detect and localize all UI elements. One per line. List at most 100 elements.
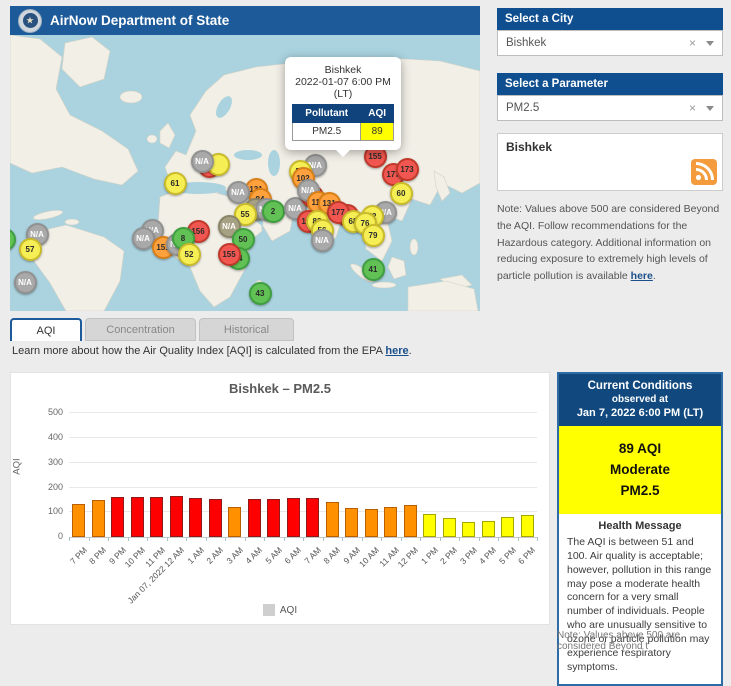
parameter-chevron-down-icon bbox=[706, 106, 714, 111]
aqi-bar[interactable] bbox=[345, 508, 358, 537]
map-marker[interactable]: 79 bbox=[362, 224, 385, 247]
aqi-bar[interactable] bbox=[482, 521, 495, 537]
aqi-bar[interactable] bbox=[365, 509, 378, 537]
aqi-bar[interactable] bbox=[306, 498, 319, 537]
x-tick-mark bbox=[108, 537, 109, 541]
map-marker[interactable]: N/A bbox=[14, 271, 37, 294]
popup-lt: (LT) bbox=[292, 88, 394, 100]
parameter-clear-icon[interactable]: × bbox=[689, 101, 696, 115]
map-marker[interactable]: 43 bbox=[249, 282, 272, 305]
map-marker[interactable]: 2 bbox=[10, 228, 16, 251]
tab-aqi[interactable]: AQI bbox=[10, 318, 82, 341]
y-tick-label: 500 bbox=[35, 407, 63, 417]
map-marker[interactable]: 60 bbox=[390, 182, 413, 205]
note-suffix: . bbox=[653, 270, 656, 282]
app-header: ★ AirNow Department of State bbox=[10, 6, 480, 35]
tab-concentration[interactable]: Concentration bbox=[85, 318, 196, 341]
x-tick-label: 1 PM bbox=[419, 545, 440, 566]
city-select[interactable]: Bishkek × bbox=[497, 30, 723, 56]
x-tick-label: 1 AM bbox=[185, 545, 206, 566]
aqi-bar[interactable] bbox=[248, 499, 261, 537]
beyond-aqi-note: Note: Values above 500 are considered Be… bbox=[497, 201, 723, 285]
current-conditions-header: Current Conditions observed at Jan 7, 20… bbox=[559, 374, 721, 426]
aqi-bar[interactable] bbox=[287, 498, 300, 537]
view-tabs: AQI Concentration Historical bbox=[10, 318, 294, 341]
aqi-bar[interactable] bbox=[111, 497, 124, 537]
map-marker[interactable]: 2 bbox=[262, 200, 285, 223]
legend-swatch bbox=[263, 604, 275, 616]
aqi-bar[interactable] bbox=[92, 500, 105, 537]
aqi-bar[interactable] bbox=[404, 505, 417, 537]
map-marker[interactable]: 61 bbox=[164, 172, 187, 195]
aqi-bar[interactable] bbox=[150, 497, 163, 537]
x-tick-mark bbox=[498, 537, 499, 541]
x-tick-label: 6 PM bbox=[516, 545, 537, 566]
aqi-bar[interactable] bbox=[443, 518, 456, 537]
aqi-bar[interactable] bbox=[384, 507, 397, 537]
map-marker[interactable]: 57 bbox=[19, 238, 42, 261]
aqi-bar[interactable] bbox=[521, 515, 534, 537]
x-tick-mark bbox=[342, 537, 343, 541]
x-tick-mark bbox=[206, 537, 207, 541]
x-tick-label: 7 PM bbox=[68, 545, 89, 566]
city-select-value: Bishkek bbox=[506, 37, 689, 49]
x-tick-mark bbox=[459, 537, 460, 541]
aqi-bar[interactable] bbox=[326, 502, 339, 537]
aqi-bar[interactable] bbox=[189, 498, 202, 537]
aqi-bar[interactable] bbox=[423, 514, 436, 537]
current-aqi-value: 89 AQI bbox=[563, 438, 717, 459]
right-sidebar: Select a City Bishkek × Select a Paramet… bbox=[497, 8, 723, 285]
x-tick-mark bbox=[537, 537, 538, 541]
parameter-select-value: PM2.5 bbox=[506, 102, 689, 114]
map-marker[interactable]: 155 bbox=[218, 243, 241, 266]
x-tick-mark bbox=[518, 537, 519, 541]
rss-feed-icon[interactable] bbox=[691, 159, 717, 185]
map-marker[interactable]: 173 bbox=[396, 158, 419, 181]
aqi-bar[interactable] bbox=[170, 496, 183, 537]
aqi-bar[interactable] bbox=[72, 504, 85, 537]
city-chevron-down-icon bbox=[706, 41, 714, 46]
learn-more-text: Learn more about how the Air Quality Ind… bbox=[12, 345, 412, 357]
x-tick-mark bbox=[323, 537, 324, 541]
note-here-link[interactable]: here bbox=[631, 270, 653, 282]
popup-col-aqi: AQI bbox=[361, 105, 394, 123]
aqi-bar[interactable] bbox=[501, 517, 514, 537]
x-tick-label: 2 PM bbox=[438, 545, 459, 566]
select-city-header: Select a City bbox=[497, 8, 723, 30]
map-marker[interactable]: 41 bbox=[362, 258, 385, 281]
y-tick-label: 200 bbox=[35, 482, 63, 492]
map-popup: Bishkek 2022-01-07 6:00 PM (LT) Pollutan… bbox=[285, 57, 401, 150]
chart-legend[interactable]: AQI bbox=[11, 604, 549, 616]
aqi-bar[interactable] bbox=[228, 507, 241, 537]
tab-historical[interactable]: Historical bbox=[199, 318, 294, 341]
popup-aqi-value: 89 bbox=[361, 123, 394, 141]
x-tick-mark bbox=[420, 537, 421, 541]
select-parameter-header: Select a Parameter bbox=[497, 73, 723, 95]
aqi-bar[interactable] bbox=[131, 497, 144, 537]
x-tick-mark bbox=[89, 537, 90, 541]
epa-link[interactable]: here bbox=[385, 345, 408, 357]
x-tick-mark bbox=[303, 537, 304, 541]
map-marker[interactable]: N/A bbox=[227, 181, 250, 204]
x-tick-label: 7 AM bbox=[302, 545, 323, 566]
x-tick-mark bbox=[69, 537, 70, 541]
aqi-chart-panel: Bishkek – PM2.5 AQI 01002003004005007 PM… bbox=[10, 372, 550, 625]
x-tick-label: 10 AM bbox=[357, 545, 381, 569]
x-tick-mark bbox=[381, 537, 382, 541]
x-tick-label: 10 PM bbox=[123, 545, 147, 569]
conditions-datetime: Jan 7, 2022 6:00 PM (LT) bbox=[563, 407, 717, 419]
map-marker[interactable]: 52 bbox=[178, 243, 201, 266]
city-clear-icon[interactable]: × bbox=[689, 36, 696, 50]
map-marker[interactable]: N/A bbox=[311, 229, 334, 252]
feed-city-label: Bishkek bbox=[506, 140, 714, 154]
x-tick-label: 2 AM bbox=[205, 545, 226, 566]
aqi-bar[interactable] bbox=[462, 522, 475, 537]
aqi-bar[interactable] bbox=[267, 499, 280, 537]
learn-more-prefix: Learn more about how the Air Quality Ind… bbox=[12, 345, 385, 357]
world-aqi-map[interactable]: 2N/A57N/A61156N/A131N/A84N/AN/A255N/AN/A… bbox=[10, 35, 480, 311]
parameter-select[interactable]: PM2.5 × bbox=[497, 95, 723, 121]
aqi-bar[interactable] bbox=[209, 499, 222, 537]
map-marker[interactable]: N/A bbox=[191, 150, 214, 173]
legend-label: AQI bbox=[280, 605, 297, 616]
current-aqi-category: Moderate bbox=[563, 459, 717, 480]
